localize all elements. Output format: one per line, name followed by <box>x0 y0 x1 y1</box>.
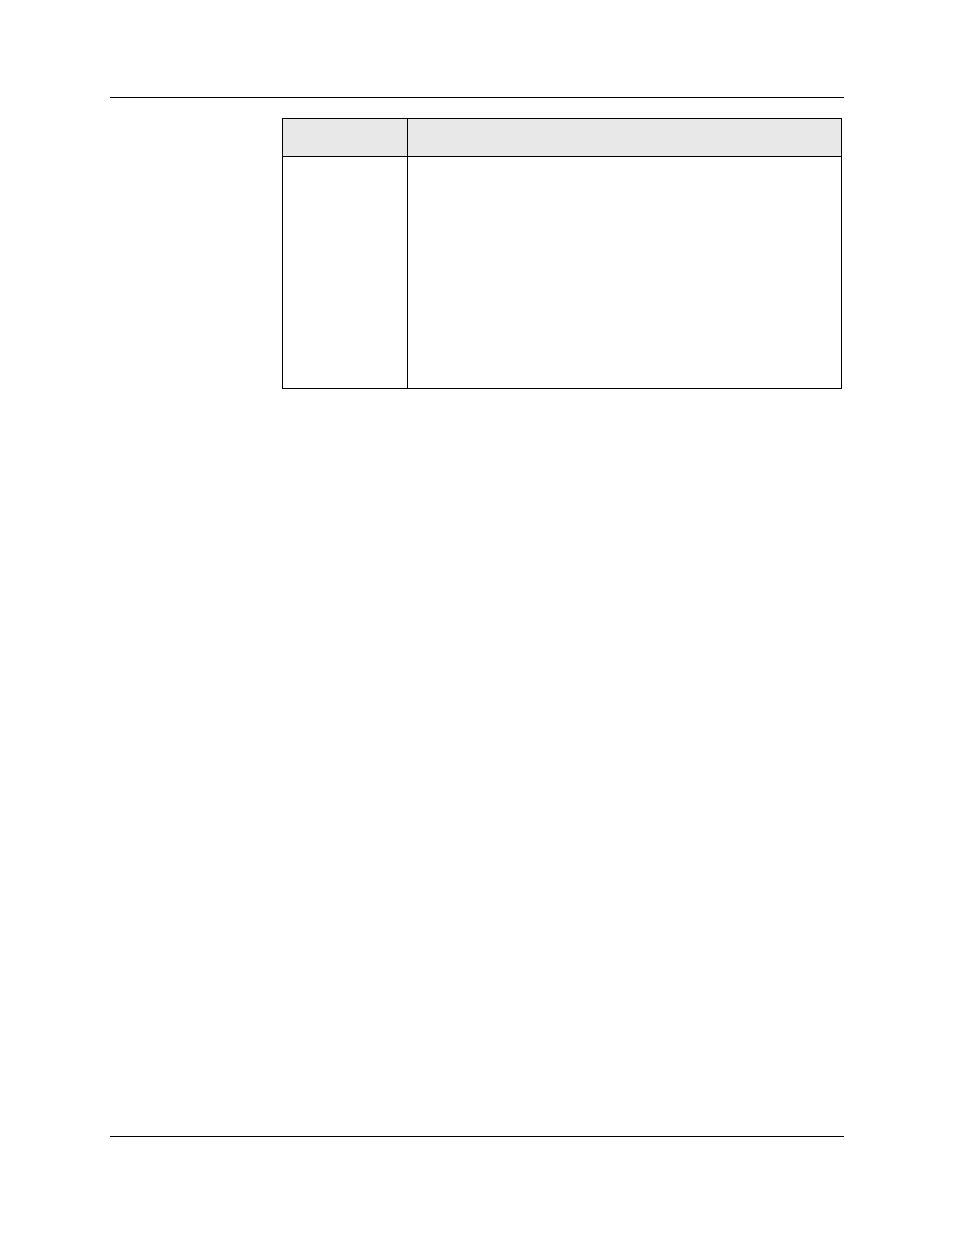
table-cell <box>407 157 841 389</box>
bottom-horizontal-rule <box>110 1136 844 1137</box>
top-horizontal-rule <box>110 97 844 98</box>
table-header-cell <box>283 119 408 157</box>
data-table <box>282 118 842 389</box>
table-header-row <box>283 119 842 157</box>
table-row <box>283 157 842 389</box>
table-cell <box>283 157 408 389</box>
page-content <box>110 0 844 1235</box>
table-header-cell <box>407 119 841 157</box>
